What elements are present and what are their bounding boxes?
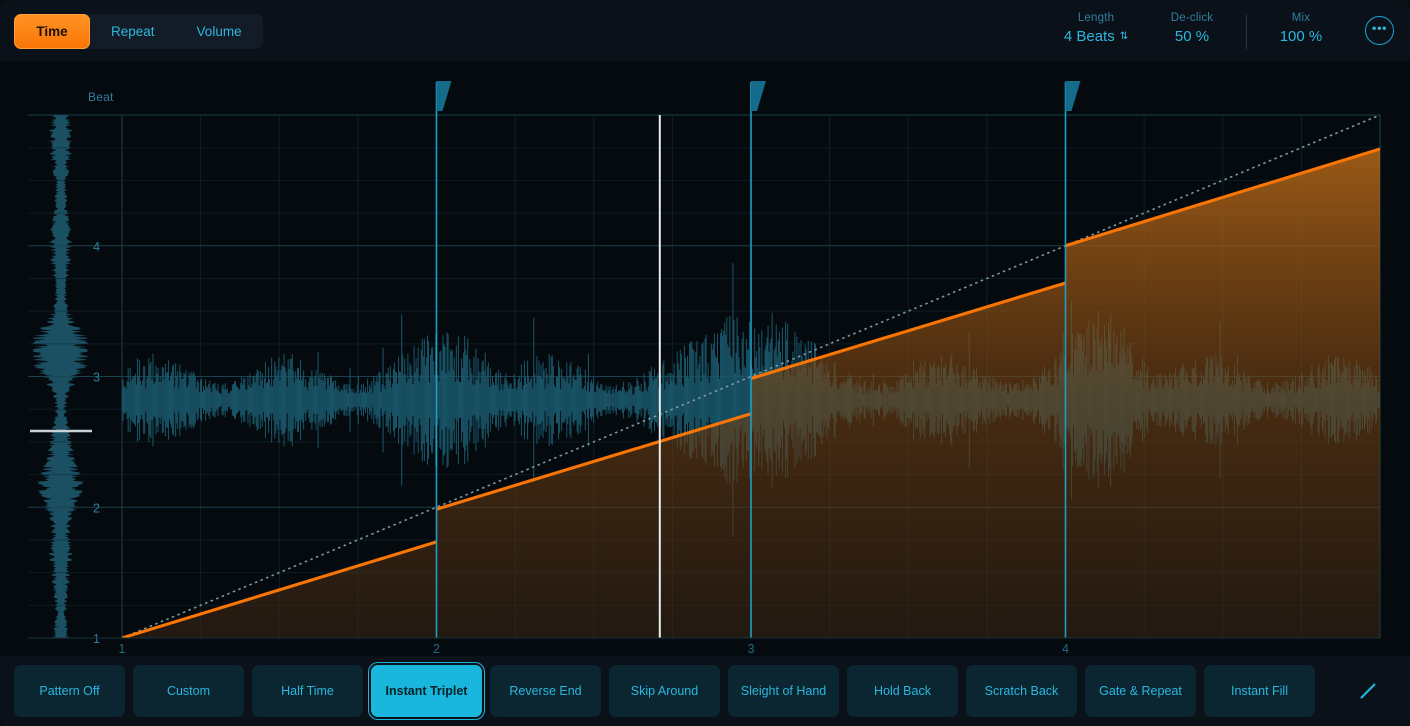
tab-repeat-label: Repeat: [111, 24, 155, 39]
preset-button[interactable]: Half Time: [252, 665, 363, 717]
preset-label: Sleight of Hand: [741, 684, 826, 698]
stepper-updown-icon[interactable]: ⇅: [1120, 32, 1128, 42]
preset-label: Scratch Back: [985, 684, 1059, 698]
edit-pattern-button[interactable]: [1342, 665, 1394, 717]
preset-button[interactable]: Gate & Repeat: [1085, 665, 1196, 717]
param-length-value: 4 Beats: [1064, 26, 1115, 48]
preset-label: Pattern Off: [39, 684, 99, 698]
preset-button[interactable]: Custom: [133, 665, 244, 717]
preset-button[interactable]: Sleight of Hand: [728, 665, 839, 717]
audio-time-editor-window: Time Repeat Volume Length 4 Beats ⇅ De-c…: [0, 0, 1410, 726]
x-tick-label: 2: [433, 642, 440, 656]
preset-label: Gate & Repeat: [1099, 684, 1182, 698]
preset-bar: Pattern Off Custom Half Time Instant Triple…: [0, 656, 1410, 726]
param-declick-value-row[interactable]: 50 %: [1175, 26, 1209, 48]
preset-label: Half Time: [281, 684, 334, 698]
ellipsis-icon: •••: [1372, 25, 1387, 31]
param-declick-value: 50 %: [1175, 26, 1209, 48]
tab-volume-label: Volume: [197, 24, 242, 39]
param-mix-value: 100 %: [1280, 26, 1323, 48]
preset-button[interactable]: Reverse End: [490, 665, 601, 717]
preset-button[interactable]: Instant Triplet: [371, 665, 482, 717]
more-options-button[interactable]: •••: [1365, 16, 1394, 45]
toolbar-divider: [1246, 15, 1247, 49]
param-mix-value-row[interactable]: 100 %: [1280, 26, 1323, 48]
param-length[interactable]: Length 4 Beats ⇅: [1048, 11, 1144, 48]
y-axis-title: Beat: [88, 90, 114, 104]
tab-time-label: Time: [36, 24, 67, 39]
preset-label: Reverse End: [509, 684, 581, 698]
x-tick-label: 3: [748, 642, 755, 656]
preset-label: Instant Triplet: [386, 684, 468, 698]
preset-button[interactable]: Scratch Back: [966, 665, 1077, 717]
preset-button-group[interactable]: Pattern Off Custom Half Time Instant Triple…: [14, 665, 1315, 717]
preset-label: Custom: [167, 684, 210, 698]
param-length-label: Length: [1078, 11, 1114, 26]
parameter-row: Length 4 Beats ⇅ De-click 50 % Mix 100 %: [1048, 11, 1394, 51]
preset-button[interactable]: Hold Back: [847, 665, 958, 717]
param-declick[interactable]: De-click 50 %: [1144, 11, 1240, 48]
tab-time[interactable]: Time: [14, 14, 90, 49]
x-tick-label: 1: [119, 642, 126, 656]
y-tick-label: 4: [93, 240, 100, 254]
param-declick-label: De-click: [1171, 11, 1214, 26]
preset-label: Instant Fill: [1231, 684, 1288, 698]
preset-label: Hold Back: [874, 684, 931, 698]
param-mix-label: Mix: [1292, 11, 1311, 26]
preset-label: Skip Around: [631, 684, 698, 698]
preset-button[interactable]: Pattern Off: [14, 665, 125, 717]
time-map-plot[interactable]: 1 2 3 4 1 2 3 4: [0, 62, 1410, 656]
time-map-canvas[interactable]: 1 2 3 4 1 2 3 4 Beat: [0, 62, 1410, 656]
pencil-icon: [1357, 680, 1379, 702]
y-tick-label: 3: [93, 371, 100, 385]
preset-button[interactable]: Skip Around: [609, 665, 720, 717]
y-tick-label: 1: [93, 632, 100, 646]
y-tick-label: 2: [93, 501, 100, 515]
preset-button[interactable]: Instant Fill: [1204, 665, 1315, 717]
mode-tab-group[interactable]: Time Repeat Volume: [14, 14, 263, 49]
x-tick-label: 4: [1062, 642, 1069, 656]
toolbar: Time Repeat Volume Length 4 Beats ⇅ De-c…: [0, 0, 1410, 62]
param-length-value-row[interactable]: 4 Beats ⇅: [1064, 26, 1128, 48]
param-mix[interactable]: Mix 100 %: [1253, 11, 1349, 48]
tab-volume[interactable]: Volume: [176, 14, 263, 49]
tab-repeat[interactable]: Repeat: [90, 14, 176, 49]
